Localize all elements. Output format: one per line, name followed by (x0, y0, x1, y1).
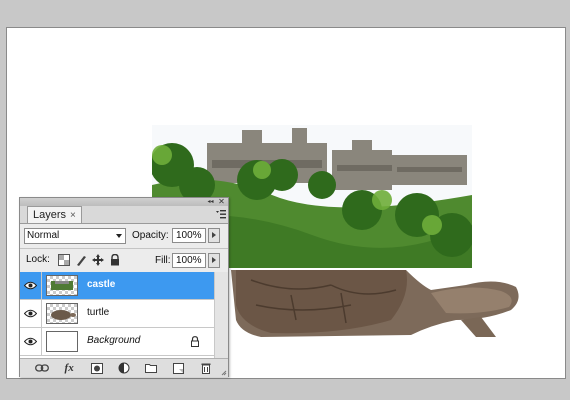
layer-style-button[interactable]: fx (62, 362, 76, 374)
chevron-down-icon (116, 234, 122, 238)
new-layer-icon (173, 362, 185, 374)
fill-slider-button[interactable] (208, 253, 220, 268)
layers-panel: ◂◂ ✕ Layers × Normal Opacity: 100% Lock: (19, 197, 229, 377)
layers-list: castle turtle Background (20, 272, 214, 358)
panel-title-bar[interactable]: ◂◂ ✕ (20, 198, 228, 206)
background-thumbnail (46, 331, 78, 352)
trash-icon (201, 363, 211, 374)
fx-icon: fx (64, 362, 74, 374)
opacity-slider-button[interactable] (208, 228, 220, 243)
layer-row-turtle[interactable]: turtle (20, 300, 214, 328)
lock-transparent-pixels-icon[interactable] (58, 254, 70, 266)
visibility-toggle[interactable] (20, 300, 42, 327)
blend-mode-select[interactable]: Normal (24, 228, 126, 244)
folder-icon (145, 364, 158, 373)
blend-mode-value: Normal (27, 230, 60, 241)
panel-body: Normal Opacity: 100% Lock: Fill: 100% ca… (20, 223, 228, 377)
eye-icon (24, 309, 37, 318)
layer-name[interactable]: Background (87, 335, 140, 346)
castle-thumbnail (46, 275, 78, 296)
delete-layer-button[interactable] (199, 362, 213, 374)
panel-menu-icon[interactable] (215, 209, 226, 220)
lock-label: Lock: (26, 254, 50, 265)
opacity-value: 100% (176, 230, 202, 241)
resize-grip-icon[interactable] (221, 370, 227, 376)
panel-tab-row: Layers × (20, 206, 228, 224)
eye-icon (24, 337, 37, 346)
layer-name[interactable]: turtle (87, 307, 109, 318)
fill-label: Fill: (155, 255, 171, 266)
eye-icon (24, 281, 37, 290)
layer-row-background[interactable]: Background (20, 328, 214, 356)
tab-layers-label: Layers (33, 209, 67, 221)
visibility-toggle[interactable] (20, 328, 42, 355)
add-mask-button[interactable] (90, 362, 104, 374)
new-layer-button[interactable] (172, 362, 186, 374)
lock-all-icon[interactable] (109, 254, 121, 266)
new-group-button[interactable] (144, 362, 158, 374)
tab-close-icon[interactable]: × (70, 207, 76, 224)
collapse-panel-button[interactable]: ◂◂ (206, 198, 215, 206)
visibility-toggle[interactable] (20, 272, 42, 299)
panel-footer: fx (20, 358, 228, 377)
layer-name[interactable]: castle (87, 279, 115, 290)
turtle-layer-image (231, 270, 519, 337)
layer-row-castle[interactable]: castle (20, 272, 214, 300)
divider (20, 248, 228, 249)
link-layers-button[interactable] (34, 362, 49, 374)
tab-layers[interactable]: Layers × (27, 206, 82, 224)
lock-icon (191, 336, 199, 347)
opacity-input[interactable]: 100% (172, 228, 206, 243)
fill-input[interactable]: 100% (172, 253, 206, 268)
close-panel-button[interactable]: ✕ (217, 198, 226, 206)
fill-value: 100% (176, 255, 202, 266)
turtle-thumbnail (46, 303, 78, 324)
lock-image-pixels-icon[interactable] (75, 254, 87, 266)
link-icon (34, 364, 49, 372)
opacity-label: Opacity: (132, 230, 169, 241)
lock-position-icon[interactable] (92, 254, 104, 266)
mask-icon (90, 362, 103, 374)
adjustment-icon (118, 362, 130, 374)
adjustment-layer-button[interactable] (117, 362, 131, 374)
layers-scrollbar[interactable] (214, 272, 228, 358)
